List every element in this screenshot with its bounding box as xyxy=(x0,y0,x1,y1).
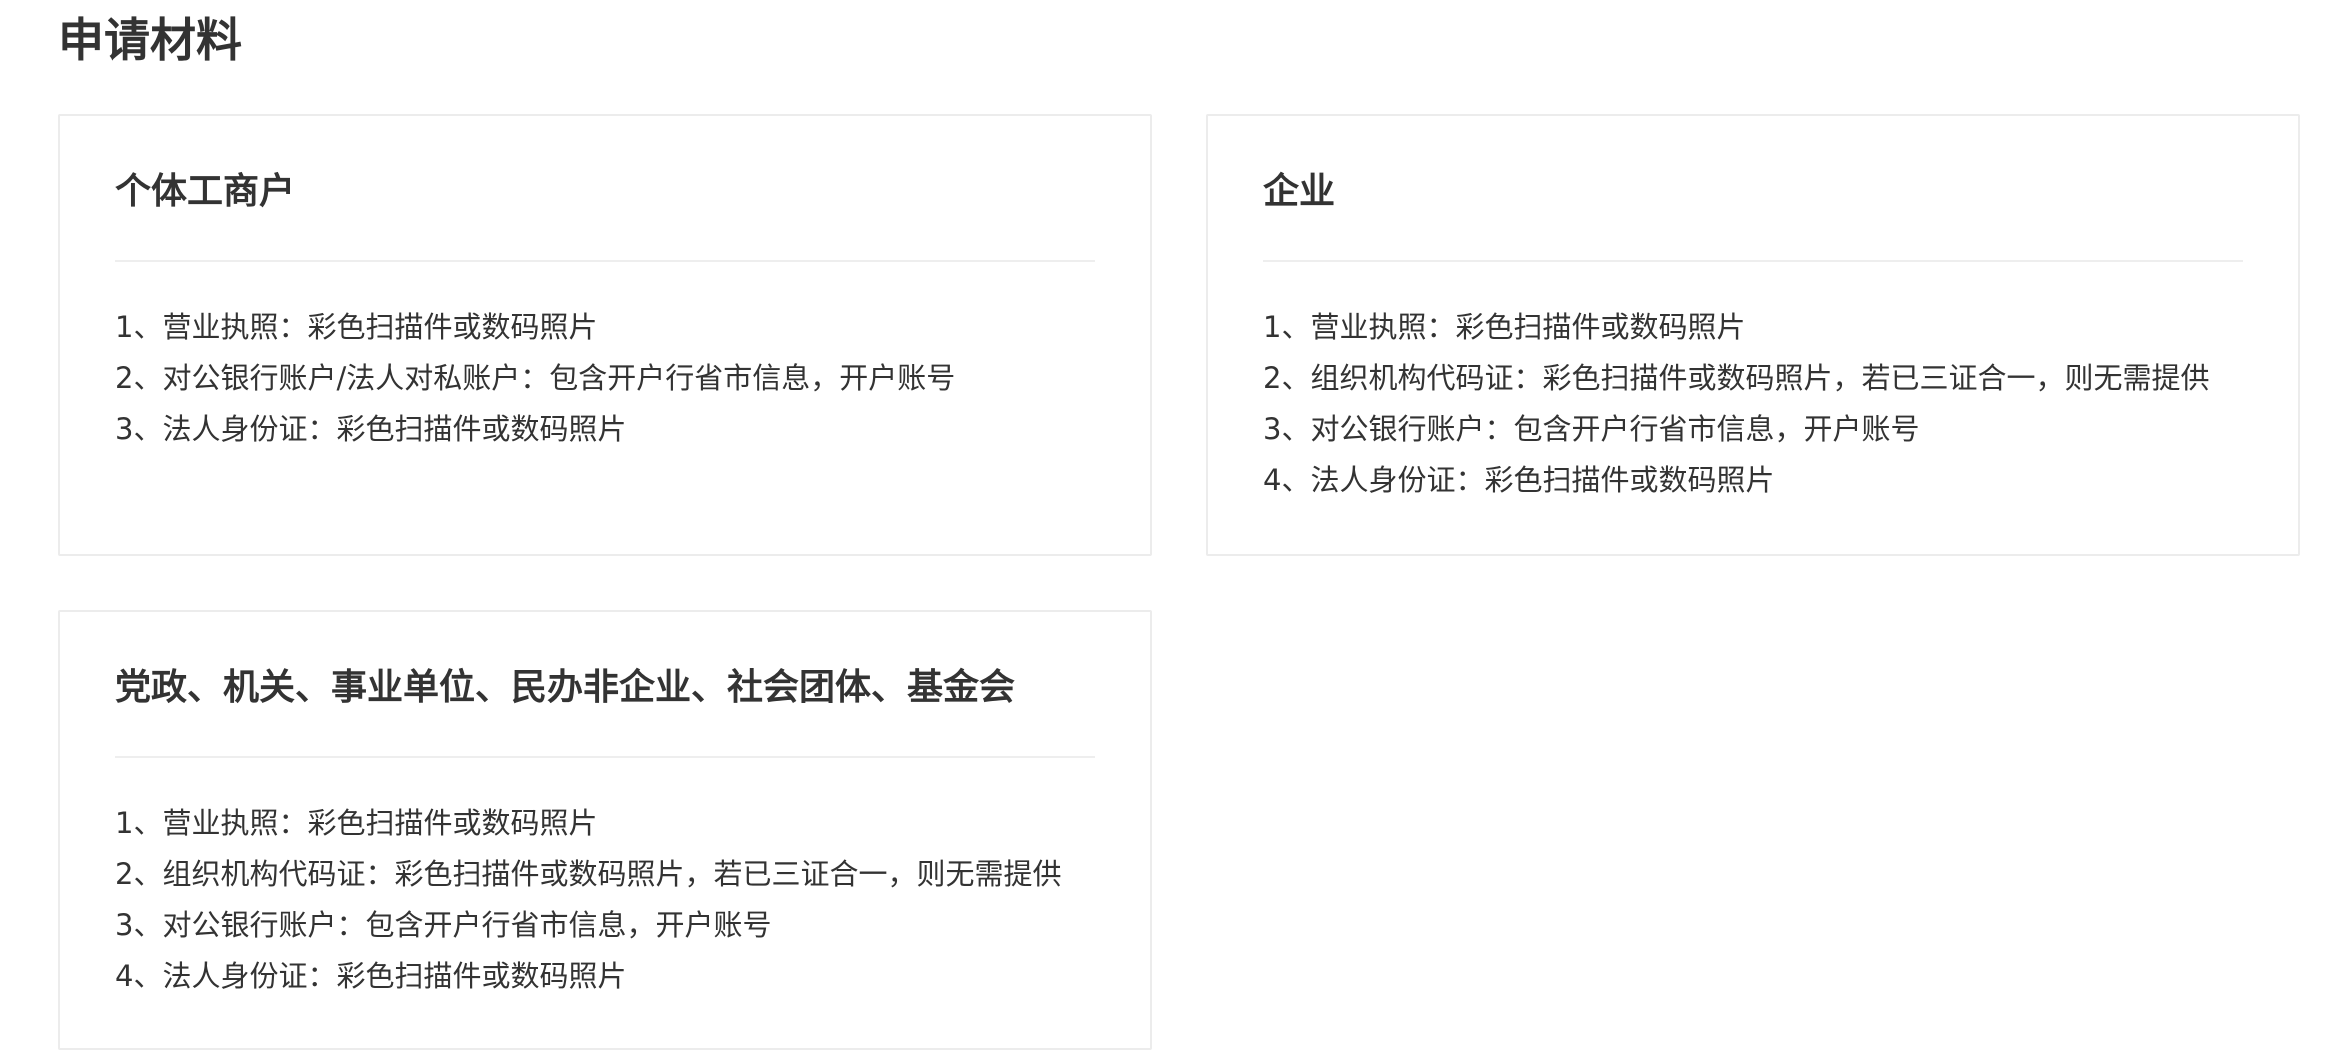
list-item: 3、对公银行账户：包含开户行省市信息，开户账号 xyxy=(115,908,772,942)
requirements-list: 1、营业执照：彩色扫描件或数码照片 2、对公银行账户/法人对私账户：包含开户行省… xyxy=(115,302,955,455)
card-enterprise: 企业 1、营业执照：彩色扫描件或数码照片 2、组织机构代码证：彩色扫描件或数码照… xyxy=(1206,114,2300,556)
list-item: 4、法人身份证：彩色扫描件或数码照片 xyxy=(115,959,627,993)
requirements-list: 1、营业执照：彩色扫描件或数码照片 2、组织机构代码证：彩色扫描件或数码照片，若… xyxy=(1263,302,2209,506)
list-item: 2、对公银行账户/法人对私账户：包含开户行省市信息，开户账号 xyxy=(115,361,956,395)
page-title: 申请材料 xyxy=(58,13,242,67)
list-item: 3、对公银行账户：包含开户行省市信息，开户账号 xyxy=(1263,412,1920,446)
requirements-list: 1、营业执照：彩色扫描件或数码照片 2、组织机构代码证：彩色扫描件或数码照片，若… xyxy=(115,798,1061,1002)
card-title: 企业 xyxy=(1263,171,1336,212)
list-item: 1、营业执照：彩色扫描件或数码照片 xyxy=(1263,310,1746,344)
list-item: 1、营业执照：彩色扫描件或数码照片 xyxy=(115,310,598,344)
card-divider xyxy=(115,260,1095,262)
list-item: 2、组织机构代码证：彩色扫描件或数码照片，若已三证合一，则无需提供 xyxy=(115,857,1062,891)
card-individual-business: 个体工商户 1、营业执照：彩色扫描件或数码照片 2、对公银行账户/法人对私账户：… xyxy=(58,114,1152,556)
card-title: 党政、机关、事业单位、民办非企业、社会团体、基金会 xyxy=(115,667,1016,708)
card-government-institutions: 党政、机关、事业单位、民办非企业、社会团体、基金会 1、营业执照：彩色扫描件或数… xyxy=(58,610,1152,1050)
card-title: 个体工商户 xyxy=(115,171,296,212)
card-divider xyxy=(115,756,1095,758)
list-item: 1、营业执照：彩色扫描件或数码照片 xyxy=(115,806,598,840)
list-item: 4、法人身份证：彩色扫描件或数码照片 xyxy=(1263,463,1775,497)
list-item: 2、组织机构代码证：彩色扫描件或数码照片，若已三证合一，则无需提供 xyxy=(1263,361,2210,395)
card-divider xyxy=(1263,260,2243,262)
list-item: 3、法人身份证：彩色扫描件或数码照片 xyxy=(115,412,627,446)
